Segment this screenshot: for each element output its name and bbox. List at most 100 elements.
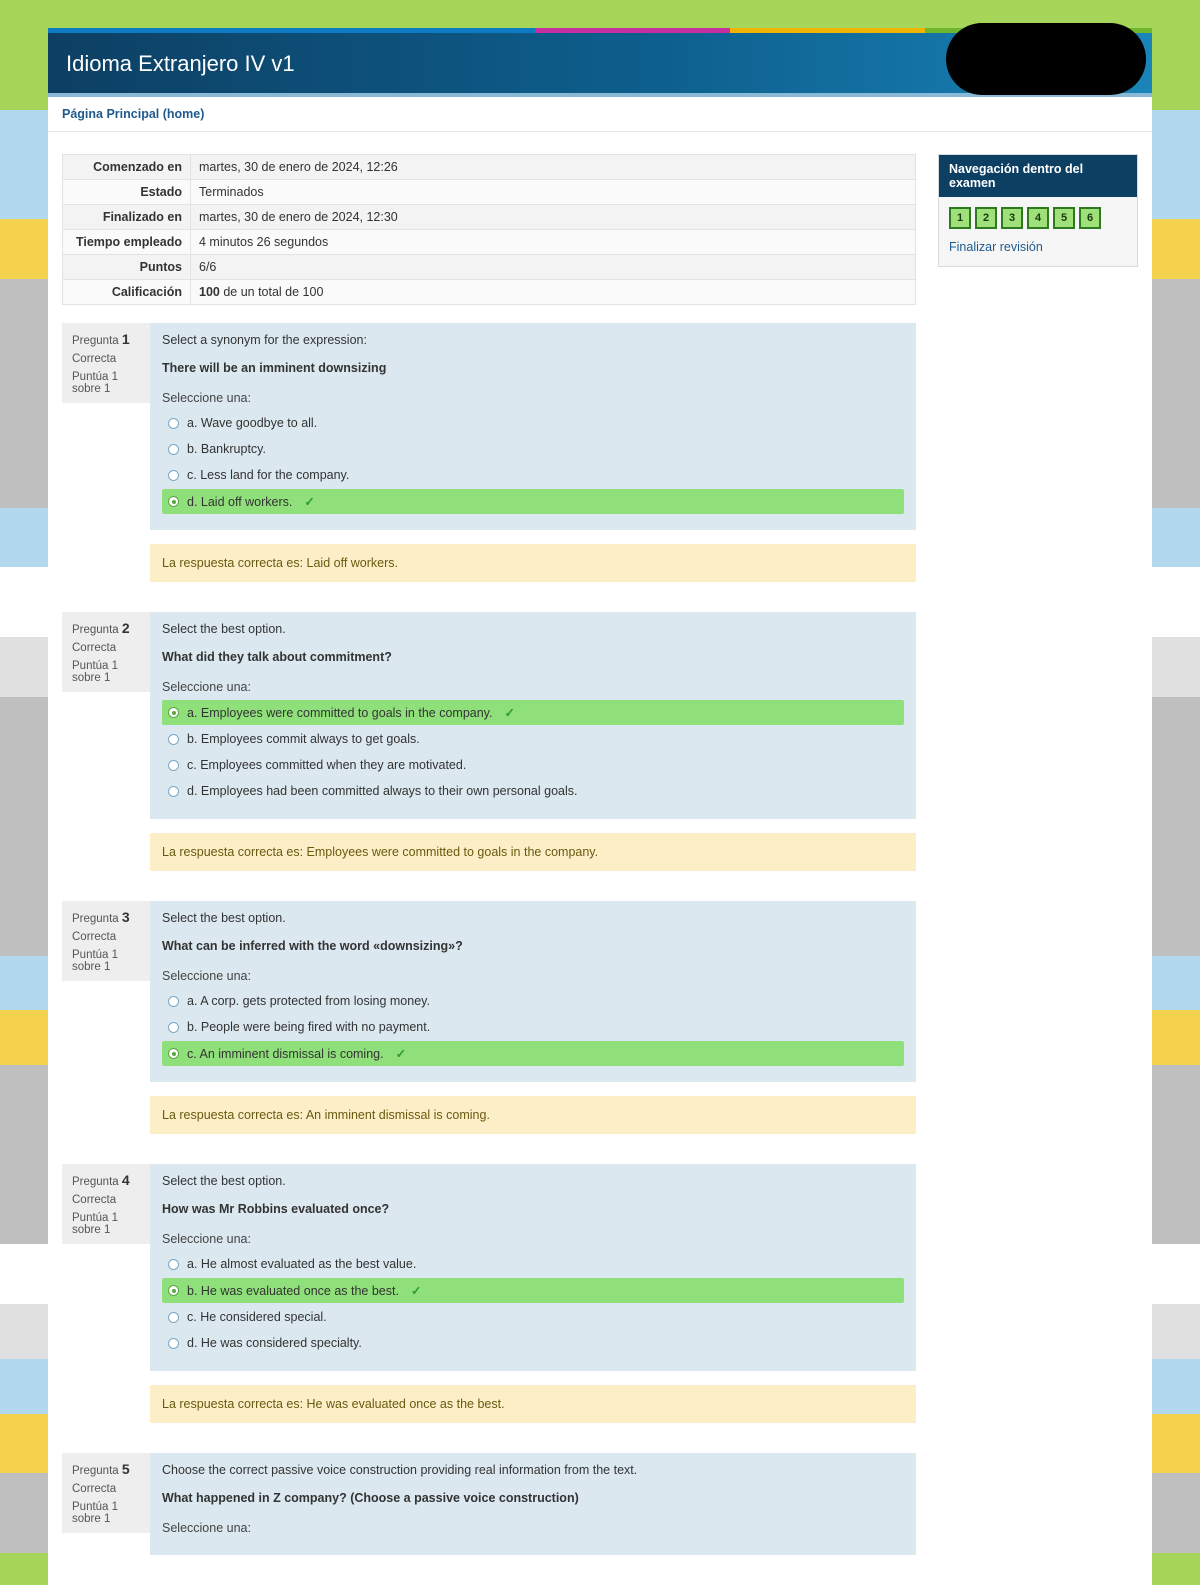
select-one-label: Seleccione una:	[162, 680, 904, 694]
option-text: b. People were being fired with no payme…	[187, 1020, 430, 1034]
option-text: c. An imminent dismissal is coming.	[187, 1047, 384, 1061]
radio-icon	[168, 1338, 179, 1349]
summary-value: 100 de un total de 100	[191, 280, 916, 305]
question-status: Correcta	[72, 353, 140, 365]
option-text: b. Employees commit always to get goals.	[187, 732, 420, 746]
course-header: Idioma Extranjero IV v1	[48, 33, 1152, 93]
question-prompt: Select the best option.	[162, 622, 904, 636]
summary-value: 4 minutos 26 segundos	[191, 230, 916, 255]
check-icon: ✓	[411, 1283, 421, 1298]
question-number: 1	[122, 331, 130, 347]
option-text: a. A corp. gets protected from losing mo…	[187, 994, 430, 1008]
option-row[interactable]: a. Employees were committed to goals in …	[162, 700, 904, 725]
summary-label: Tiempo empleado	[63, 230, 191, 255]
question-status: Correcta	[72, 642, 140, 654]
question-label: Pregunta	[72, 1176, 119, 1188]
question-feedback: La respuesta correcta es: An imminent di…	[150, 1096, 916, 1134]
radio-icon	[168, 734, 179, 745]
quiz-nav-item-1[interactable]: 1	[949, 207, 971, 229]
question-grade: Puntúa 1 sobre 1	[72, 660, 140, 684]
summary-label: Estado	[63, 180, 191, 205]
quiz-nav-item-2[interactable]: 2	[975, 207, 997, 229]
quiz-nav-item-3[interactable]: 3	[1001, 207, 1023, 229]
check-icon: ✓	[304, 494, 314, 509]
option-row[interactable]: d. Employees had been committed always t…	[162, 779, 904, 803]
question-grade: Puntúa 1 sobre 1	[72, 949, 140, 973]
question-feedback: La respuesta correcta es: Employees were…	[150, 833, 916, 871]
option-row[interactable]: d. He was considered specialty.	[162, 1331, 904, 1355]
option-text: a. He almost evaluated as the best value…	[187, 1257, 416, 1271]
radio-icon	[168, 418, 179, 429]
summary-label: Comenzado en	[63, 155, 191, 180]
question-stem: There will be an imminent downsizing	[162, 361, 904, 375]
question-info: Pregunta 3CorrectaPuntúa 1 sobre 1	[62, 901, 150, 981]
select-one-label: Seleccione una:	[162, 969, 904, 983]
option-text: d. Employees had been committed always t…	[187, 784, 578, 798]
radio-icon	[168, 496, 179, 507]
option-row[interactable]: a. He almost evaluated as the best value…	[162, 1252, 904, 1276]
question-info: Pregunta 5CorrectaPuntúa 1 sobre 1	[62, 1453, 150, 1533]
quiz-nav-item-5[interactable]: 5	[1053, 207, 1075, 229]
radio-icon	[168, 786, 179, 797]
option-row[interactable]: b. People were being fired with no payme…	[162, 1015, 904, 1039]
question-3: Pregunta 3CorrectaPuntúa 1 sobre 1Select…	[62, 901, 916, 1134]
quiz-nav-column: Navegación dentro del examen 123456 Fina…	[938, 154, 1138, 267]
question-1: Pregunta 1CorrectaPuntúa 1 sobre 1Select…	[62, 323, 916, 582]
option-row[interactable]: b. Bankruptcy.	[162, 437, 904, 461]
question-feedback: La respuesta correcta es: He was evaluat…	[150, 1385, 916, 1423]
select-one-label: Seleccione una:	[162, 391, 904, 405]
quiz-nav-block: Navegación dentro del examen 123456 Fina…	[938, 154, 1138, 267]
option-row[interactable]: d. Laid off workers. ✓	[162, 489, 904, 514]
question-label: Pregunta	[72, 335, 119, 347]
option-text: c. He considered special.	[187, 1310, 327, 1324]
question-4: Pregunta 4CorrectaPuntúa 1 sobre 1Select…	[62, 1164, 916, 1423]
question-stem: What did they talk about commitment?	[162, 650, 904, 664]
question-info: Pregunta 4CorrectaPuntúa 1 sobre 1	[62, 1164, 150, 1244]
option-text: a. Wave goodbye to all.	[187, 416, 317, 430]
option-row[interactable]: a. Wave goodbye to all.	[162, 411, 904, 435]
radio-icon	[168, 996, 179, 1007]
select-one-label: Seleccione una:	[162, 1232, 904, 1246]
check-icon: ✓	[396, 1046, 406, 1061]
question-grade: Puntúa 1 sobre 1	[72, 1501, 140, 1525]
question-label: Pregunta	[72, 913, 119, 925]
option-row[interactable]: b. He was evaluated once as the best.✓	[162, 1278, 904, 1303]
quiz-nav-title: Navegación dentro del examen	[939, 155, 1137, 197]
radio-icon	[168, 1259, 179, 1270]
question-feedback: La respuesta correcta es: Laid off worke…	[150, 544, 916, 582]
summary-value: martes, 30 de enero de 2024, 12:26	[191, 155, 916, 180]
option-text: c. Less land for the company.	[187, 468, 349, 482]
option-row[interactable]: c. An imminent dismissal is coming. ✓	[162, 1041, 904, 1066]
breadcrumb-home-link[interactable]: Página Principal (home)	[62, 107, 204, 121]
question-number: 2	[122, 620, 130, 636]
radio-icon	[168, 470, 179, 481]
radio-icon	[168, 707, 179, 718]
question-grade: Puntúa 1 sobre 1	[72, 1212, 140, 1236]
question-stem: What happened in Z company? (Choose a pa…	[162, 1491, 904, 1505]
question-prompt: Choose the correct passive voice constru…	[162, 1463, 904, 1477]
question-stem: What can be inferred with the word «down…	[162, 939, 904, 953]
option-row[interactable]: a. A corp. gets protected from losing mo…	[162, 989, 904, 1013]
quiz-nav-item-6[interactable]: 6	[1079, 207, 1101, 229]
option-row[interactable]: c. Less land for the company.	[162, 463, 904, 487]
option-text: d. He was considered specialty.	[187, 1336, 362, 1350]
option-row[interactable]: b. Employees commit always to get goals.	[162, 727, 904, 751]
check-icon: ✓	[504, 705, 514, 720]
question-content: Select a synonym for the expression:Ther…	[150, 323, 916, 530]
question-info: Pregunta 2 Correcta Puntúa 1 sobre 1	[62, 612, 150, 692]
radio-icon	[168, 760, 179, 771]
quiz-nav-item-4[interactable]: 4	[1027, 207, 1049, 229]
question-number: 3	[122, 909, 130, 925]
option-text: d. Laid off workers.	[187, 495, 292, 509]
decorative-stripes-right	[1152, 0, 1200, 1553]
question-2: Pregunta 2 Correcta Puntúa 1 sobre 1 Select…	[62, 612, 916, 871]
finish-review-link[interactable]: Finalizar revisión	[949, 240, 1043, 254]
question-5: Pregunta 5CorrectaPuntúa 1 sobre 1 Choose…	[62, 1453, 916, 1555]
question-content: Select the best option.What can be infer…	[150, 901, 916, 1082]
summary-value: martes, 30 de enero de 2024, 12:30	[191, 205, 916, 230]
option-row[interactable]: c. He considered special.	[162, 1305, 904, 1329]
summary-value: Terminados	[191, 180, 916, 205]
question-stem: How was Mr Robbins evaluated once?	[162, 1202, 904, 1216]
option-row[interactable]: c. Employees committed when they are mot…	[162, 753, 904, 777]
question-label: Pregunta	[72, 624, 119, 636]
